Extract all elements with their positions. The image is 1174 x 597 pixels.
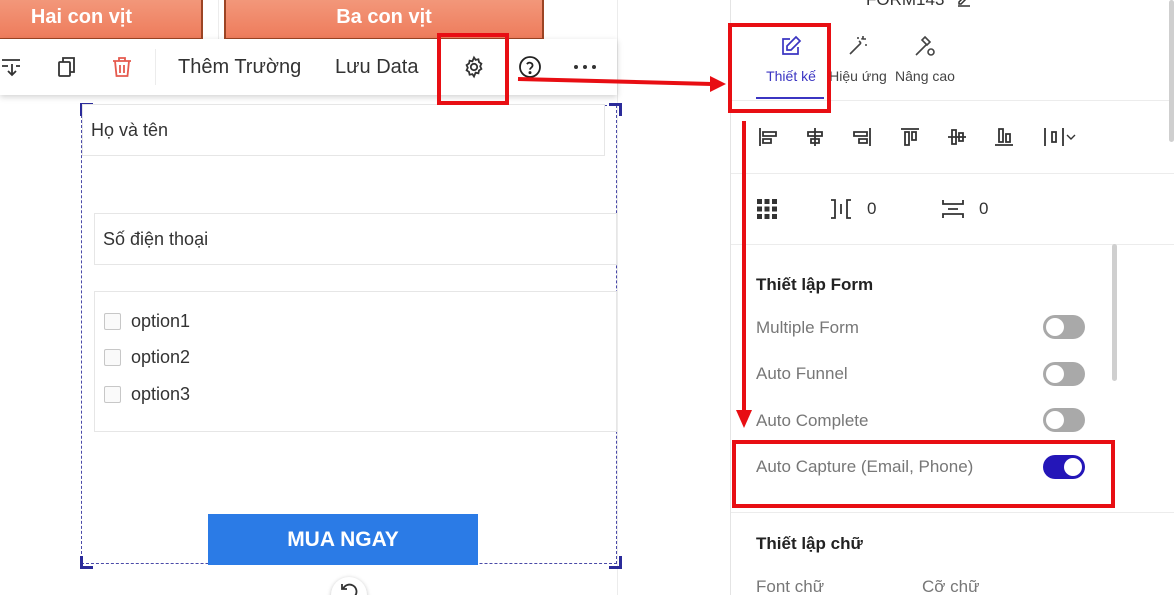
arrow-to-design-tab [517,77,713,86]
arrow-head [736,410,752,428]
arrow-head [710,76,726,92]
annotation-arrows [517,76,752,428]
